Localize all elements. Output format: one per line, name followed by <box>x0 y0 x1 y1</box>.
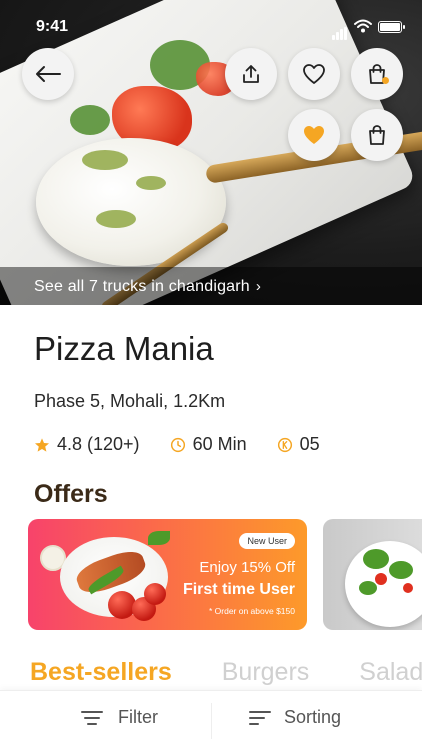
heart-filled-icon <box>304 126 324 144</box>
wifi-icon <box>354 19 372 38</box>
see-all-label: See all 7 trucks in chandigarh <box>34 278 250 295</box>
sorting-button[interactable]: Sorting <box>248 707 341 728</box>
back-button[interactable] <box>22 48 74 100</box>
battery-icon <box>378 21 405 33</box>
filter-label: Filter <box>118 707 158 727</box>
offer-card[interactable]: New User Enjoy 15% Off First time User *… <box>28 519 307 630</box>
see-all-trucks-link[interactable]: See all 7 trucks in chandigarh › <box>34 278 261 296</box>
offers-heading: Offers <box>34 480 108 508</box>
offer-discount: Enjoy 15% Off <box>199 559 295 576</box>
bag-button[interactable] <box>351 109 403 161</box>
arrow-left-icon <box>36 66 61 82</box>
bottom-bar: Filter Sorting <box>0 690 422 750</box>
filter-button[interactable]: Filter <box>80 707 158 728</box>
trucks-count: 05 <box>277 434 320 455</box>
shopping-bag-icon <box>369 125 385 145</box>
delivery-time: 60 Min <box>170 434 247 455</box>
favorite-active-button[interactable] <box>288 109 340 161</box>
offer-card-2[interactable] <box>323 519 422 630</box>
offer-terms: * Order on above $150 <box>208 606 295 616</box>
trucks-count-value: 05 <box>299 434 320 454</box>
status-bar: 9:41 <box>0 16 422 40</box>
favorite-button[interactable] <box>288 48 340 100</box>
share-button[interactable] <box>225 48 277 100</box>
sort-icon <box>249 710 271 725</box>
new-user-badge: New User <box>239 533 295 549</box>
heart-outline-icon <box>303 64 325 84</box>
restaurant-address: Phase 5, Mohali, 1.2Km <box>34 391 226 411</box>
sorting-label: Sorting <box>284 707 342 727</box>
tab-salad[interactable]: Salad <box>359 658 422 687</box>
cart-indicator-dot <box>382 77 389 84</box>
rating-value: 4.8 (120+) <box>57 434 140 454</box>
status-time: 9:41 <box>36 18 69 35</box>
offer-title: First time User <box>182 581 295 598</box>
signal-icon <box>332 22 348 40</box>
restaurant-name: Pizza Mania <box>34 330 214 367</box>
rating: 4.8 (120+) <box>34 434 140 455</box>
star-icon <box>35 437 49 452</box>
restaurant-meta: 4.8 (120+) 60 Min 05 <box>34 434 350 455</box>
share-icon <box>243 65 259 83</box>
clock-icon <box>170 437 185 452</box>
chevron-right-icon: › <box>255 278 262 295</box>
filter-icon <box>81 710 103 725</box>
delivery-time-value: 60 Min <box>192 434 247 454</box>
tab-best-sellers[interactable]: Best-sellers <box>30 658 172 687</box>
tab-burgers[interactable]: Burgers <box>222 658 310 687</box>
category-tabs: Best-sellers Burgers Salad <box>30 658 422 687</box>
coin-icon <box>277 437 292 452</box>
cart-button[interactable] <box>351 48 403 100</box>
bottom-divider <box>211 703 212 739</box>
